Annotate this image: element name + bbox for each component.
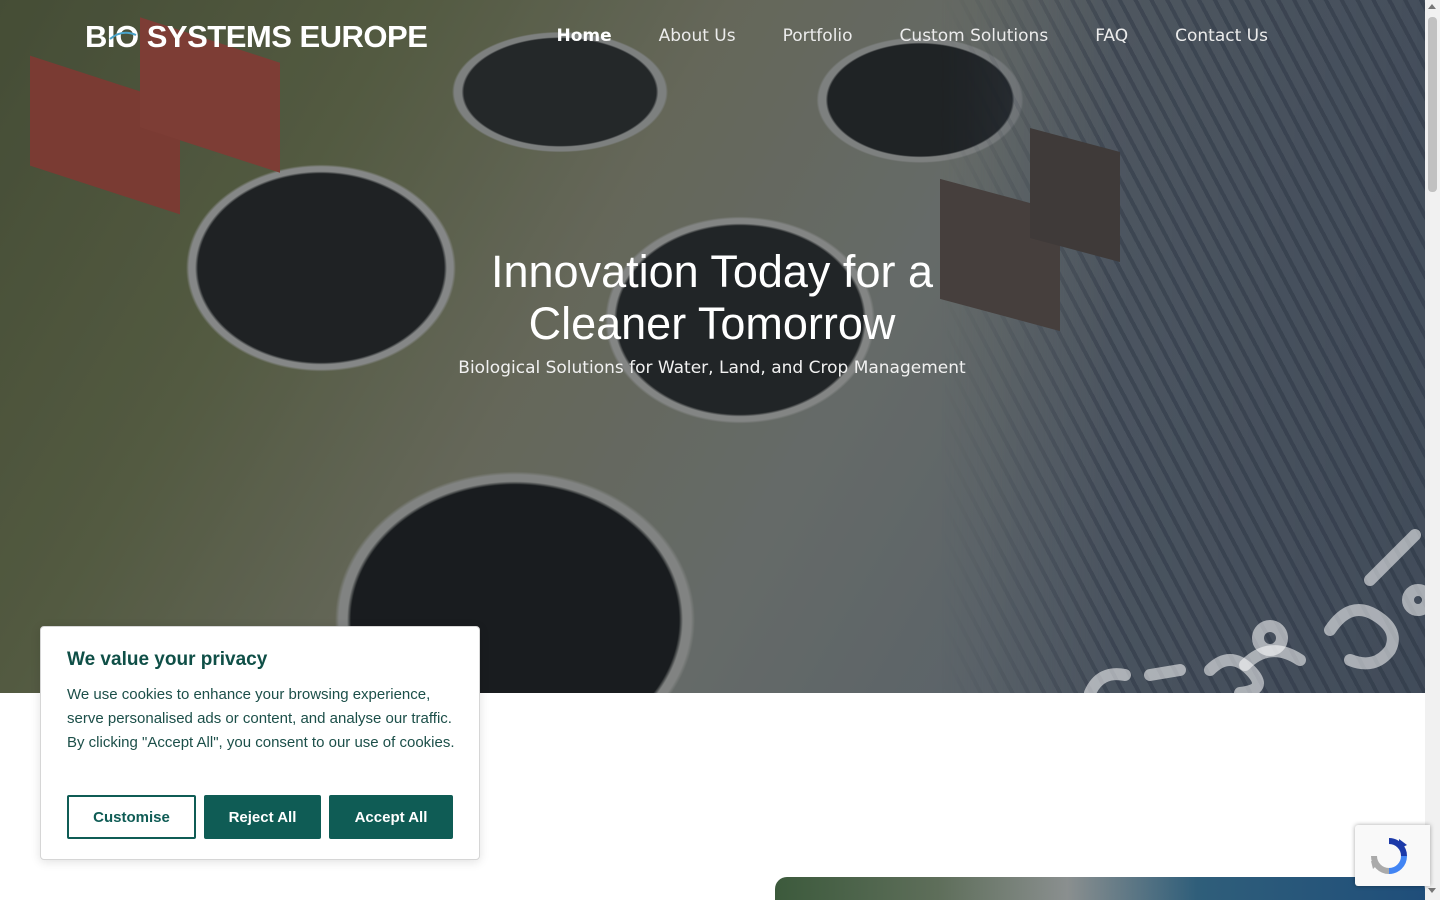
main-nav: Home About Us Portfolio Custom Solutions… [556,26,1268,46]
customise-button[interactable]: Customise [67,795,196,839]
scroll-thumb[interactable] [1428,17,1437,192]
molecule-decoration-icon [1084,529,1425,693]
recaptcha-badge[interactable] [1355,825,1430,886]
hero-title: Innovation Today for a Cleaner Tomorrow [491,246,933,349]
scroll-up-arrow-icon[interactable] [1428,4,1436,9]
cookie-consent-banner: We value your privacy We use cookies to … [40,626,480,860]
section-image [775,877,1425,900]
nav-item-custom-solutions[interactable]: Custom Solutions [900,26,1049,46]
hero-subtitle: Biological Solutions for Water, Land, an… [458,358,966,378]
accept-all-button[interactable]: Accept All [329,795,453,839]
cookie-banner-text: We use cookies to enhance your browsing … [67,686,455,751]
recaptcha-icon [1371,838,1407,874]
nav-item-faq[interactable]: FAQ [1095,26,1128,46]
leaf-swoosh-icon [109,31,137,40]
page-scrollbar[interactable] [1425,0,1440,900]
reject-all-button[interactable]: Reject All [204,795,321,839]
nav-item-about-us[interactable]: About Us [659,26,736,46]
scroll-down-arrow-icon[interactable] [1428,888,1436,893]
nav-item-portfolio[interactable]: Portfolio [783,26,853,46]
site-header: BIO SYSTEMS EUROPE Home About Us Portfol… [0,0,1425,74]
nav-item-contact-us[interactable]: Contact Us [1175,26,1268,46]
cookie-banner-title: We value your privacy [67,649,268,670]
nav-item-home[interactable]: Home [556,26,611,46]
